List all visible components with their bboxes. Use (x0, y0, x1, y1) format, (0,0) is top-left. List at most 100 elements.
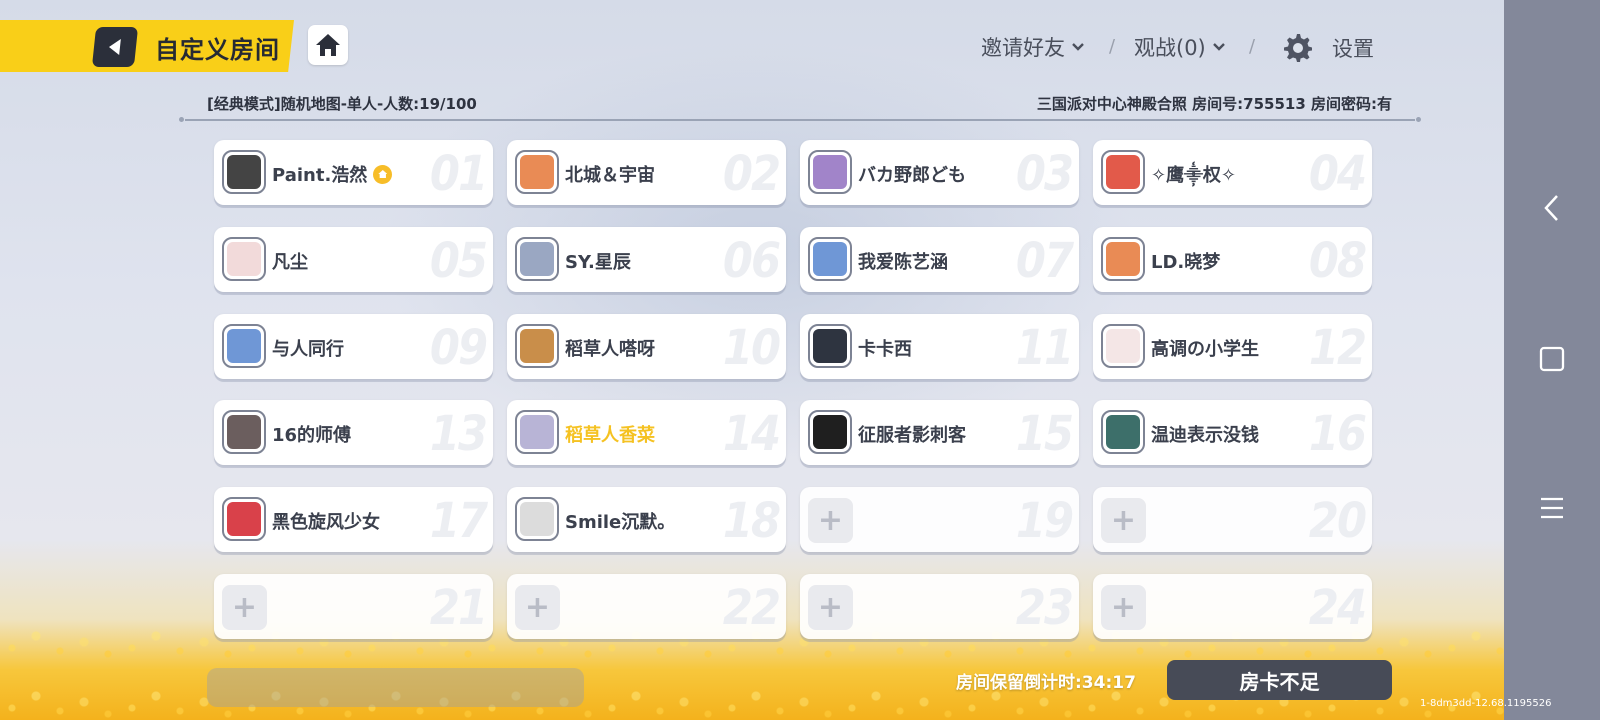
player-name: 16的师傅 (272, 421, 351, 447)
player-name-text: ✧鹰⸎权✧ (1151, 165, 1236, 186)
player-avatar (808, 237, 852, 281)
version-label: 1-8dm3dd-12.68.1195526 (1420, 698, 1552, 709)
player-name: 卡卡西 (858, 335, 912, 361)
room-card-button[interactable]: 房卡不足 (1167, 660, 1392, 700)
player-avatar (515, 150, 559, 194)
nav-separator: / (1249, 36, 1256, 57)
slot-number: 07 (1015, 233, 1074, 289)
player-name: LD.晓梦 (1151, 248, 1220, 274)
player-name: ✧鹰⸎权✧ (1151, 161, 1236, 187)
slot-number: 24 (1308, 580, 1367, 636)
player-name-text: 征服者影刺客 (858, 425, 966, 446)
player-name: 征服者影刺客 (858, 421, 966, 447)
player-name: 稻草人嗒呀 (565, 335, 655, 361)
player-avatar (808, 324, 852, 368)
page-title: 自定义房间 (155, 36, 280, 64)
slot-number: 12 (1308, 320, 1367, 376)
player-name: 黑色旋风少女 (272, 508, 380, 534)
player-name: 稻草人香菜 (565, 421, 655, 447)
player-slot[interactable]: SY.星辰 06 (507, 227, 786, 292)
system-home-icon[interactable] (1534, 341, 1570, 377)
chat-input-bar[interactable] (207, 668, 584, 707)
player-name: Smile沉默。 (565, 508, 675, 534)
player-slot[interactable]: 北城＆宇宙 02 (507, 140, 786, 205)
player-slot[interactable]: 高调の小学生 12 (1093, 314, 1372, 379)
player-name-text: 稻草人香菜 (565, 425, 655, 446)
room-id-info: 三国派对中心神殿合照 房间号:755513 房间密码:有 (1036, 95, 1392, 113)
player-name-text: LD.晓梦 (1151, 252, 1221, 273)
player-name-text: 温迪表示没钱 (1151, 425, 1259, 446)
player-slot[interactable]: 我爱陈艺涵 07 (800, 227, 1079, 292)
player-name-text: 我爱陈艺涵 (858, 252, 948, 273)
room-countdown: 房间保留倒计时:34:17 (956, 673, 1136, 693)
player-slot[interactable]: Smile沉默。 18 (507, 487, 786, 552)
slot-number: 10 (722, 320, 781, 376)
player-name: 凡尘 (272, 248, 308, 274)
invite-friends-dropdown[interactable]: 邀请好友 (981, 32, 1085, 62)
player-slot[interactable]: 黑色旋风少女 17 (214, 487, 493, 552)
home-button[interactable] (308, 25, 348, 65)
add-player-icon[interactable]: + (808, 585, 853, 630)
player-slot[interactable]: 与人同行 09 (214, 314, 493, 379)
player-slot[interactable]: 16的师傅 13 (214, 400, 493, 465)
empty-slot[interactable]: +20 (1093, 487, 1372, 552)
player-slot[interactable]: 卡卡西 11 (800, 314, 1079, 379)
player-name-text: 凡尘 (272, 252, 308, 273)
player-slot[interactable]: 征服者影刺客 15 (800, 400, 1079, 465)
player-name: 高调の小学生 (1151, 335, 1259, 361)
slot-number: 01 (429, 146, 488, 202)
player-avatar (1101, 150, 1145, 194)
empty-slot[interactable]: +21 (214, 574, 493, 639)
slot-number: 23 (1015, 580, 1074, 636)
player-name: 温迪表示没钱 (1151, 421, 1259, 447)
player-avatar (222, 237, 266, 281)
player-slot[interactable]: LD.晓梦 08 (1093, 227, 1372, 292)
back-arrow-icon (109, 39, 121, 55)
player-slot[interactable]: ✧鹰⸎权✧ 04 (1093, 140, 1372, 205)
player-name-text: 北城＆宇宙 (565, 165, 655, 186)
system-nav-bar (1504, 0, 1600, 720)
empty-slot[interactable]: +24 (1093, 574, 1372, 639)
player-avatar (808, 150, 852, 194)
player-name: Paint.浩然 (272, 161, 393, 187)
slot-number: 16 (1308, 406, 1367, 462)
player-slot[interactable]: 温迪表示没钱 16 (1093, 400, 1372, 465)
player-name-text: 卡卡西 (858, 339, 912, 360)
add-player-icon[interactable]: + (1101, 585, 1146, 630)
player-name-text: 高调の小学生 (1151, 339, 1259, 360)
slot-number: 22 (722, 580, 781, 636)
system-menu-icon[interactable] (1534, 490, 1570, 526)
player-name-text: 与人同行 (272, 339, 344, 360)
add-player-icon[interactable]: + (222, 585, 267, 630)
nav-separator: / (1109, 36, 1116, 57)
player-name-text: Paint.浩然 (272, 165, 368, 186)
add-player-icon[interactable]: + (808, 498, 853, 543)
spectate-dropdown[interactable]: 观战(0) (1134, 32, 1226, 62)
empty-slot[interactable]: +22 (507, 574, 786, 639)
chevron-down-icon (1072, 43, 1084, 51)
slot-number: 05 (429, 233, 488, 289)
add-player-icon[interactable]: + (515, 585, 560, 630)
empty-slot[interactable]: +19 (800, 487, 1079, 552)
spectate-label: 观战(0) (1134, 36, 1206, 60)
player-slot[interactable]: Paint.浩然 01 (214, 140, 493, 205)
slot-number: 04 (1308, 146, 1367, 202)
player-slot[interactable]: 稻草人香菜 14 (507, 400, 786, 465)
back-button[interactable] (91, 27, 139, 67)
player-avatar (222, 150, 266, 194)
settings-button[interactable]: 设置 (1282, 32, 1374, 64)
player-slot[interactable]: 稻草人嗒呀 10 (507, 314, 786, 379)
player-avatar (222, 410, 266, 454)
system-back-icon[interactable] (1534, 190, 1570, 226)
player-avatar (222, 497, 266, 541)
player-slot[interactable]: バカ野郎ども 03 (800, 140, 1079, 205)
player-slot[interactable]: 凡尘 05 (214, 227, 493, 292)
home-icon (316, 34, 340, 56)
slot-number: 06 (722, 233, 781, 289)
slot-number: 21 (429, 580, 488, 636)
slot-number: 08 (1308, 233, 1367, 289)
player-avatar (1101, 237, 1145, 281)
player-name-text: 黑色旋风少女 (272, 512, 380, 533)
empty-slot[interactable]: +23 (800, 574, 1079, 639)
add-player-icon[interactable]: + (1101, 498, 1146, 543)
